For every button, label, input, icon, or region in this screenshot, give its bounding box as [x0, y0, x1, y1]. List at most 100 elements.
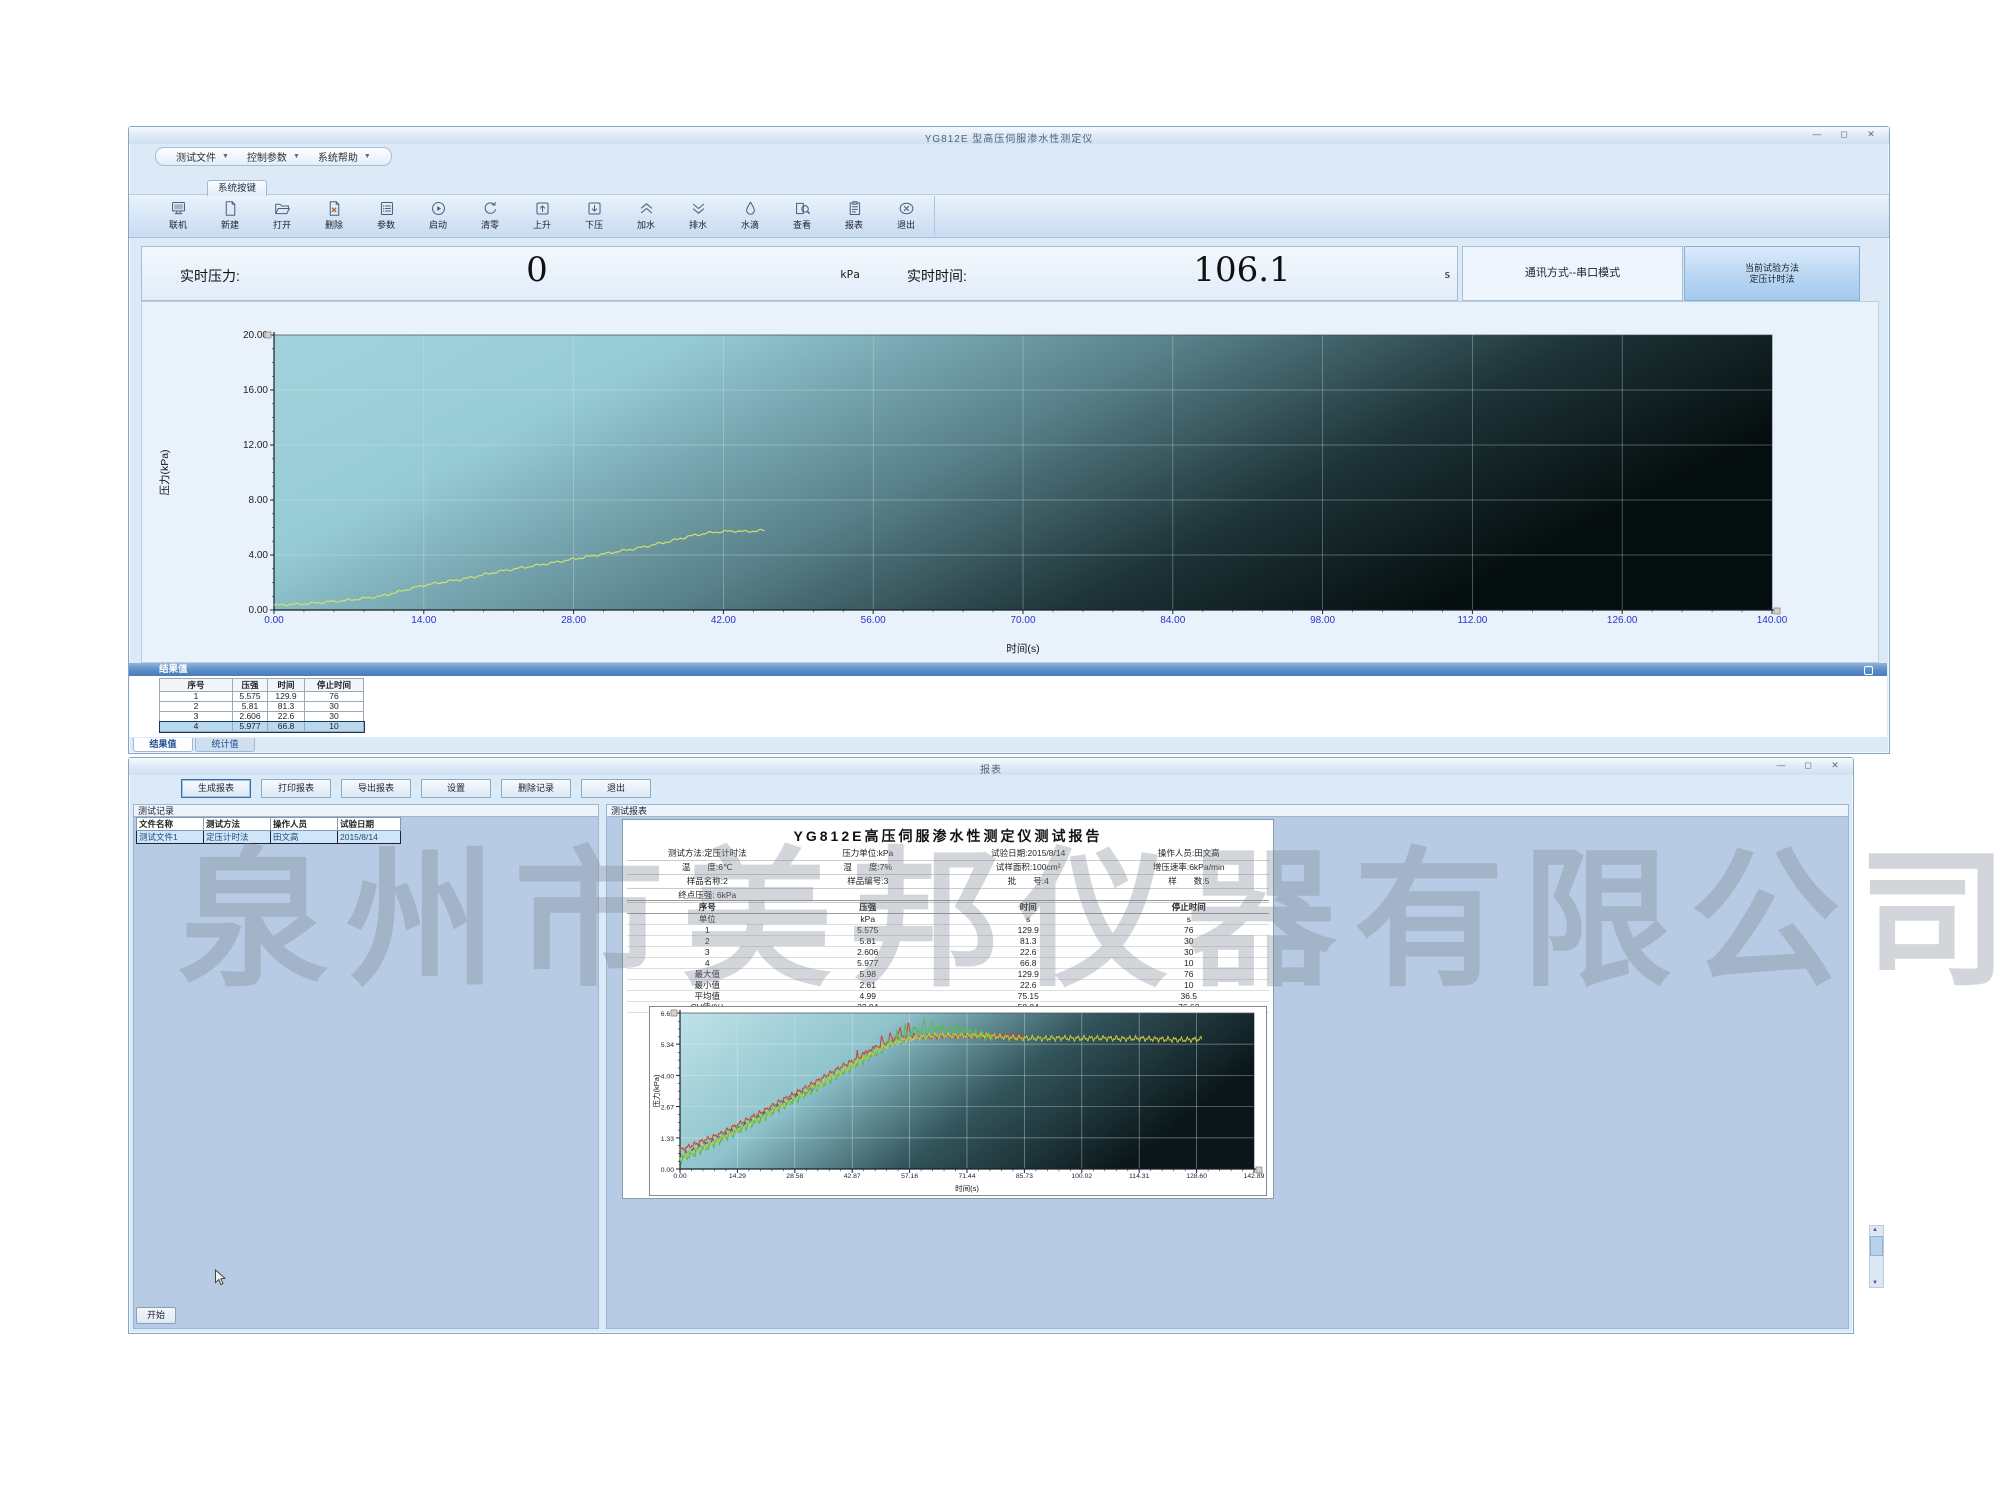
comm-mode-button[interactable]: 通讯方式--串口模式 [1462, 246, 1683, 301]
pin-icon[interactable] [1864, 666, 1873, 675]
record-cell: 田文高 [271, 831, 338, 844]
report-table-cell: 129.9 [948, 925, 1109, 935]
table-cell: 5.575 [233, 692, 268, 702]
report-table-cell: 76 [1109, 925, 1270, 935]
drop-icon [741, 200, 760, 217]
minimize-icon[interactable]: — [1811, 129, 1823, 140]
toolbar-button-label: 排水 [689, 218, 707, 231]
column-header: 序号 [627, 901, 788, 913]
table-row[interactable]: 45.97766.810 [160, 722, 364, 732]
report-info-cell: 温 度:6℃ [627, 861, 788, 875]
toolbar-button-zero[interactable]: 清零 [464, 196, 516, 235]
tab-system-keys[interactable]: 系统按键 [207, 180, 267, 196]
table-cell: 22.6 [268, 712, 305, 722]
report-button-5[interactable]: 删除记录 [501, 779, 571, 798]
toolbar-button-label: 查看 [793, 218, 811, 231]
report-table-cell: 76 [1109, 969, 1270, 979]
report-table-row: 15.575129.976 [627, 925, 1269, 936]
method-line2: 定压计时法 [1749, 274, 1794, 285]
main-window-title: YG812E 型高压伺服渗水性测定仪 [129, 130, 1889, 145]
toolbar-button-label: 水滴 [741, 218, 759, 231]
toolbar-button-parameters[interactable]: 参数 [360, 196, 412, 235]
tick-label: 2.67 [661, 1105, 674, 1112]
report-button-6[interactable]: 退出 [581, 779, 651, 798]
arrow-up-box-icon [533, 200, 552, 217]
realtime-pressure-chart: 0.0014.0028.0042.0056.0070.0084.0098.001… [152, 312, 1802, 662]
report-button-3[interactable]: 导出报表 [341, 779, 411, 798]
scroll-down-icon[interactable]: ▼ [1872, 1280, 1878, 1286]
results-panel-title: 结果值 [159, 664, 188, 675]
toolbar-button-label: 加水 [637, 218, 655, 231]
table-cell: 5.977 [233, 722, 268, 732]
results-tabs: 结果值统计值 [133, 738, 255, 752]
chevrons-down-icon [689, 200, 708, 217]
report-info-cell: 试验日期:2015/8/14 [948, 847, 1109, 861]
toolbar-button-drain-water[interactable]: 排水 [672, 196, 724, 235]
table-row[interactable]: 32.60622.630 [160, 712, 364, 722]
report-data-table: 序号压强时间停止时间单位kPass15.575129.97625.8181.33… [627, 900, 1269, 1013]
report-table-row: 25.8181.330 [627, 936, 1269, 947]
toolbar-button-new[interactable]: 新建 [204, 196, 256, 235]
report-table-cell: 2 [627, 936, 788, 946]
report-table-cell: 5.977 [788, 958, 949, 968]
test-method-button[interactable]: 当前试验方法 定压计时法 [1684, 246, 1860, 301]
pressure-unit: kPa [840, 268, 860, 281]
column-header: 时间 [948, 901, 1109, 913]
toolbar-button-press-down[interactable]: 下压 [568, 196, 620, 235]
column-header: 停止时间 [305, 679, 364, 692]
tick-label: 1.33 [661, 1136, 674, 1143]
record-cell: 测试文件1 [137, 831, 204, 844]
toolbar-button-rise[interactable]: 上升 [516, 196, 568, 235]
close-icon[interactable]: ✕ [1865, 129, 1877, 140]
tick-label: 4.00 [661, 1073, 674, 1080]
exit-circle-icon [897, 200, 916, 217]
report-info-cell: 样品名称:2 [627, 875, 788, 889]
toolbar-button-report[interactable]: 报表 [828, 196, 880, 235]
report-window-title: 报表 [129, 761, 1853, 776]
toolbar-button-open[interactable]: 打开 [256, 196, 308, 235]
results-scrollbar[interactable]: ▲ ▼ [1869, 1225, 1884, 1288]
chevron-down-icon: ▼ [293, 153, 300, 160]
maximize-icon[interactable]: ◻ [1802, 760, 1814, 771]
table-row[interactable]: 15.575129.976 [160, 692, 364, 702]
scroll-up-icon[interactable]: ▲ [1872, 1227, 1878, 1233]
report-table-cell: 最小值 [627, 980, 788, 990]
results-tab-2[interactable]: 统计值 [195, 738, 255, 752]
toolbar-button-label: 报表 [845, 218, 863, 231]
report-button-2[interactable]: 打印报表 [261, 779, 331, 798]
maximize-icon[interactable]: ◻ [1838, 129, 1850, 140]
table-cell: 66.8 [268, 722, 305, 732]
report-view-panel: YG812E高压伺服渗水性测定仪测试报告 测试方法:定压计时法压力单位:kPa试… [606, 817, 1849, 1329]
table-cell: 4 [160, 722, 233, 732]
toolbar-button-add-water[interactable]: 加水 [620, 196, 672, 235]
menu-control-params[interactable]: 控制参数▼ [239, 149, 308, 164]
report-table-cell: 5.81 [788, 936, 949, 946]
menu-system-help[interactable]: 系统帮助▼ [310, 149, 379, 164]
scroll-thumb[interactable] [1870, 1236, 1883, 1256]
report-table-row: 最小值2.6122.610 [627, 980, 1269, 991]
report-button-4[interactable]: 设置 [421, 779, 491, 798]
table-row[interactable]: 25.8181.330 [160, 702, 364, 712]
tick-label: 85.73 [1016, 1173, 1033, 1180]
start-button[interactable]: 开始 [136, 1307, 176, 1324]
record-row[interactable]: 测试文件1定压计时法田文高2015/8/14 [137, 831, 401, 844]
close-icon[interactable]: ✕ [1829, 760, 1841, 771]
tick-label: 112.00 [1457, 615, 1487, 626]
toolbar-button-water-drop[interactable]: 水滴 [724, 196, 776, 235]
tick-label: 100.02 [1071, 1173, 1092, 1180]
report-table-cell: 36.5 [1109, 991, 1270, 1001]
report-table-cell: s [1109, 914, 1270, 924]
time-label: 实时时间: [907, 266, 967, 286]
toolbar-button-connect[interactable]: 联机 [152, 196, 204, 235]
report-table-cell: 2.61 [788, 980, 949, 990]
minimize-icon[interactable]: — [1775, 760, 1787, 771]
report-toolbar: 生成报表打印报表导出报表设置删除记录退出 [181, 779, 651, 798]
report-table-cell: 单位 [627, 914, 788, 924]
report-button-1[interactable]: 生成报表 [181, 779, 251, 798]
toolbar-button-exit[interactable]: 退出 [880, 196, 932, 235]
results-tab-1[interactable]: 结果值 [133, 738, 193, 752]
toolbar-button-delete[interactable]: 删除 [308, 196, 360, 235]
toolbar-button-view[interactable]: 查看 [776, 196, 828, 235]
toolbar-button-start[interactable]: 启动 [412, 196, 464, 235]
menu-test-file[interactable]: 测试文件▼ [168, 149, 237, 164]
